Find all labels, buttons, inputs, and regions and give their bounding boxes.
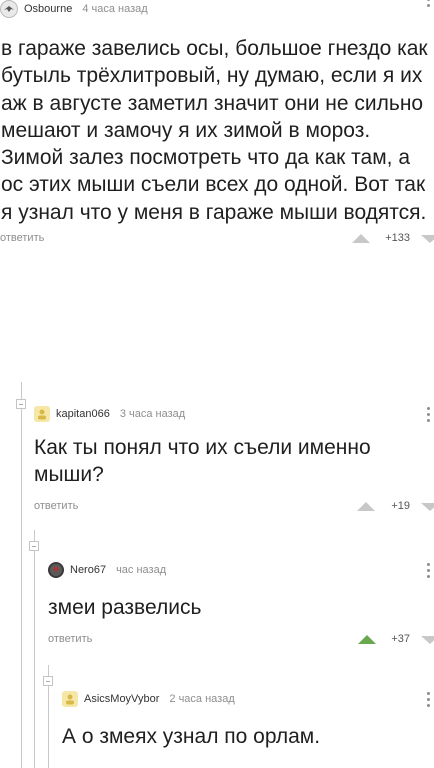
comment-score: +37 <box>391 633 410 646</box>
comment-author[interactable]: Osbourne <box>24 3 72 15</box>
downvote-icon[interactable] <box>421 502 434 511</box>
comment-header: kapitan066 3 часа назад <box>34 405 434 423</box>
more-options-icon[interactable] <box>427 692 430 707</box>
collapse-thread-button[interactable] <box>29 541 39 551</box>
comment-text: А о змеях узнал по орлам. <box>62 725 321 748</box>
comment-footer: ответить +133 <box>0 232 434 254</box>
comment-header: Osbourne 4 часа назад <box>0 0 434 18</box>
comment-author[interactable]: Nero67 <box>70 564 106 576</box>
more-options-icon[interactable] <box>427 407 430 422</box>
reply-button[interactable]: ответить <box>0 232 44 244</box>
comment-text: змеи развелись <box>48 596 202 619</box>
comment-footer: ответить +37 <box>48 631 434 653</box>
downvote-icon[interactable] <box>421 235 434 244</box>
comment-text: в гараже завелись осы, большое гнездо ка… <box>1 37 428 224</box>
default-avatar-icon[interactable] <box>34 406 50 422</box>
thread-line <box>21 382 22 768</box>
comment-text: Как ты понял что их съели именно мыши? <box>34 436 371 487</box>
upvote-icon[interactable] <box>358 635 376 645</box>
comment-time: 3 часа назад <box>119 408 186 420</box>
comment-author[interactable]: AsicsMoyVybor <box>84 693 159 705</box>
collapse-thread-button[interactable] <box>16 399 26 409</box>
comment-time: 2 часа назад <box>169 693 235 705</box>
reply-button[interactable]: ответить <box>34 500 78 512</box>
comment: kapitan066 3 часа назад Как ты понял что… <box>34 405 434 520</box>
default-avatar-icon[interactable] <box>62 691 78 707</box>
more-options-icon[interactable] <box>427 0 430 7</box>
comment: Osbourne 4 часа назад в гараже завелись … <box>0 0 434 254</box>
more-options-icon[interactable] <box>427 563 430 578</box>
collapse-thread-button[interactable] <box>43 676 53 686</box>
comment-score: +19 <box>391 499 410 512</box>
comment-header: Nero67 час назад <box>48 561 434 579</box>
thread-line <box>34 530 35 768</box>
comment: AsicsMoyVybor 2 часа назад А о змеях узн… <box>62 690 434 750</box>
comment-score: +133 <box>385 232 410 245</box>
comment-footer: ответить +19 <box>34 498 434 520</box>
comment-time: 4 часа назад <box>82 3 148 15</box>
downvote-icon[interactable] <box>421 636 434 645</box>
comment-author[interactable]: kapitan066 <box>56 408 110 420</box>
upvote-icon[interactable] <box>352 234 370 244</box>
comment-time: час назад <box>116 564 167 576</box>
upvote-icon[interactable] <box>357 501 375 511</box>
comment-header: AsicsMoyVybor 2 часа назад <box>62 690 434 708</box>
comment: Nero67 час назад змеи развелись ответить… <box>48 561 434 653</box>
eagle-avatar-icon[interactable] <box>0 0 18 18</box>
reply-button[interactable]: ответить <box>48 633 92 645</box>
photo-avatar-icon[interactable] <box>48 562 64 578</box>
